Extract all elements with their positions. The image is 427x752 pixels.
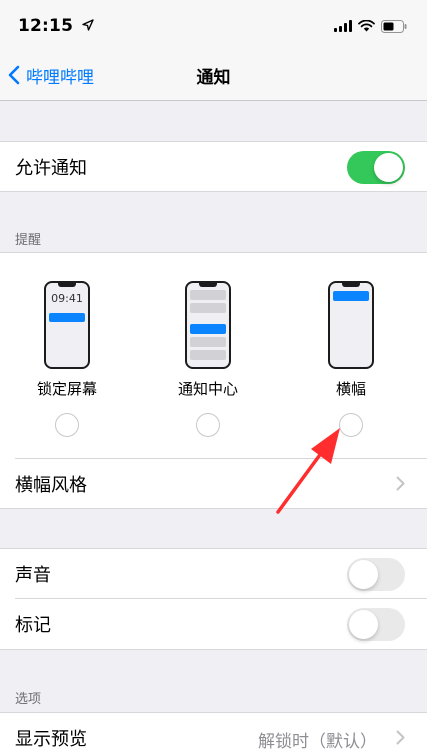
options-section-header: 选项 <box>15 692 42 707</box>
wifi-icon <box>358 20 375 32</box>
show-previews-value: 解锁时（默认） <box>258 732 377 752</box>
allow-notifications-toggle[interactable] <box>347 151 405 184</box>
badges-toggle[interactable] <box>347 608 405 641</box>
sound-toggle[interactable] <box>347 558 405 591</box>
show-previews-row[interactable]: 显示预览 解锁时（默认） <box>0 713 427 752</box>
alert-option-label: 锁定屏幕 <box>36 380 97 398</box>
signal-icon <box>334 20 352 32</box>
nc-row <box>190 303 226 313</box>
phone-notch <box>199 283 217 287</box>
phone-notch <box>58 283 76 287</box>
banner-style-row[interactable]: 横幅风格 <box>0 459 427 509</box>
banners-banner <box>333 291 369 301</box>
alert-option-lock-screen[interactable]: 09:41 锁定屏幕 <box>12 253 122 458</box>
alert-option-banners[interactable]: 横幅 <box>296 253 406 458</box>
status-bar: 12:15 <box>0 0 427 50</box>
sound-row: 声音 <box>0 549 427 599</box>
lock-screen-phone-icon: 09:41 <box>44 281 90 369</box>
allow-notifications-label: 允许通知 <box>15 158 87 179</box>
toggle-knob <box>349 610 378 639</box>
lock-screen-banner <box>49 313 85 322</box>
nc-banner <box>190 324 226 334</box>
banner-style-label: 横幅风格 <box>15 475 87 496</box>
show-previews-label: 显示预览 <box>15 729 87 750</box>
sound-label: 声音 <box>15 565 51 586</box>
allow-notifications-group: 允许通知 <box>0 141 427 192</box>
options-group: 显示预览 解锁时（默认） <box>0 712 427 752</box>
phone-notch <box>342 283 360 287</box>
nc-row <box>190 350 226 360</box>
nc-row <box>190 290 226 300</box>
chevron-right-icon <box>396 476 405 491</box>
notification-center-radio[interactable] <box>196 413 220 437</box>
toggle-knob <box>349 560 378 589</box>
page-title: 通知 <box>196 68 231 88</box>
battery-icon <box>381 19 407 33</box>
badges-label: 标记 <box>15 615 51 636</box>
lock-screen-radio[interactable] <box>55 413 79 437</box>
location-arrow-icon <box>82 19 94 31</box>
sound-badges-group: 声音 标记 <box>0 548 427 650</box>
chevron-right-icon <box>396 730 405 745</box>
nc-row <box>190 337 226 347</box>
allow-notifications-row: 允许通知 <box>0 142 427 192</box>
status-icons <box>334 18 407 34</box>
toggle-knob <box>374 153 403 182</box>
alerts-group: 09:41 锁定屏幕 通知中心 横幅 横幅风格 <box>0 252 427 509</box>
status-time-text: 12:15 <box>18 16 74 36</box>
alert-option-label: 横幅 <box>335 380 366 398</box>
alerts-section-header: 提醒 <box>15 233 42 248</box>
notification-center-phone-icon <box>185 281 231 369</box>
alert-option-notification-center[interactable]: 通知中心 <box>153 253 263 458</box>
alert-option-label: 通知中心 <box>177 380 238 398</box>
banners-phone-icon <box>328 281 374 369</box>
badges-row: 标记 <box>0 599 427 649</box>
navigation-bar: 哔哩哔哩 通知 <box>0 50 427 101</box>
lock-screen-time: 09:41 <box>51 292 83 305</box>
status-time: 12:15 <box>18 16 94 36</box>
banners-radio[interactable] <box>339 413 363 437</box>
